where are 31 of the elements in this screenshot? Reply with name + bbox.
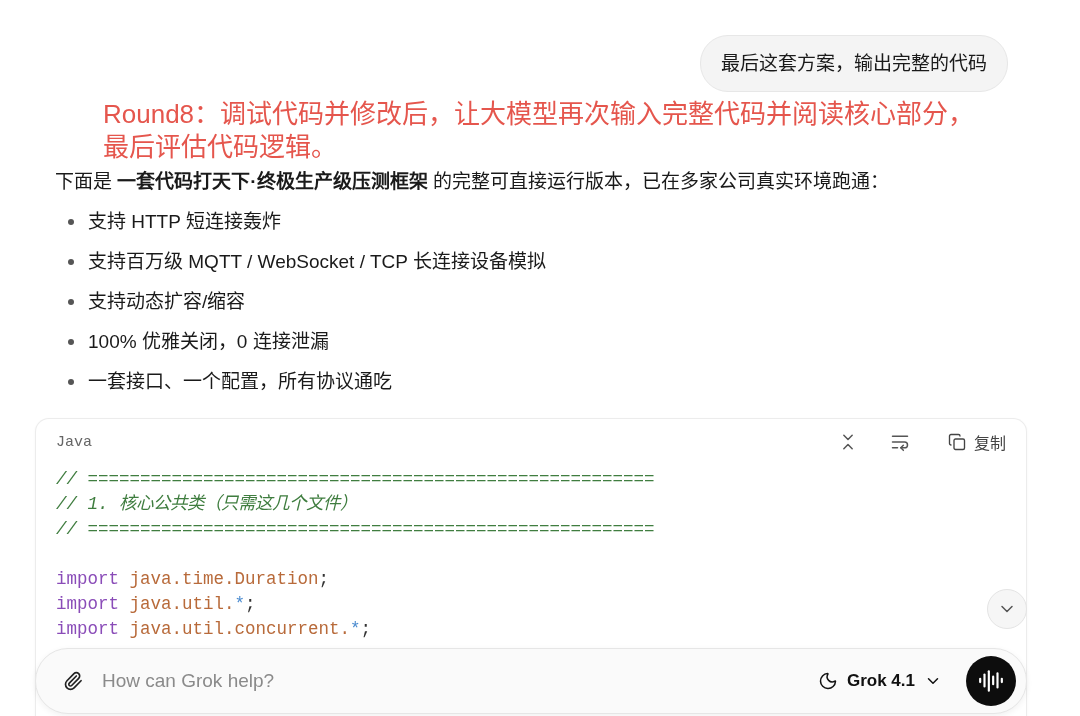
- code-line: import java.time.Duration;: [56, 568, 331, 591]
- code-line: // ======================================================: [56, 468, 656, 491]
- code-line: // 1. 核心公共类（只需这几个文件）: [56, 493, 358, 516]
- bullet-icon: [68, 339, 74, 345]
- copy-icon: [948, 433, 966, 451]
- bullet-icon: [68, 299, 74, 305]
- bullet-icon: [68, 219, 74, 225]
- copy-button[interactable]: 复制: [948, 430, 1006, 454]
- code-line: import java.util.concurrent.*;: [56, 618, 373, 641]
- attach-button[interactable]: [62, 670, 84, 692]
- wrap-lines-icon: [890, 432, 910, 452]
- bullet-text: 100% 优雅关闭，0 连接泄漏: [88, 330, 329, 354]
- chat-input[interactable]: How can Grok help?: [100, 666, 818, 696]
- response-intro: 下面是 一套代码打天下·终极生产级压测框架 的完整可直接运行版本，已在多家公司真实环境跑通：: [54, 170, 890, 194]
- voice-button[interactable]: [966, 656, 1016, 706]
- code-line: import java.util.*;: [56, 593, 257, 616]
- annotation-text: Round8：调试代码并修改后，让大模型再次输入完整代码并阅读核心部分，最后评估代码逻辑。: [103, 98, 976, 164]
- code-language-label: Java: [56, 433, 92, 451]
- bullet-text: 支持 HTTP 短连接轰炸: [88, 210, 281, 234]
- code-line: // ======================================================: [56, 518, 656, 541]
- bullet-icon: [68, 379, 74, 385]
- bullet-text: 支持百万级 MQTT / WebSocket / TCP 长连接设备模拟: [88, 250, 546, 274]
- moon-icon: [817, 671, 838, 691]
- paperclip-icon: [63, 671, 83, 691]
- message-composer[interactable]: How can Grok help? Grok 4.1: [35, 648, 1027, 714]
- bullet-icon: [68, 259, 74, 265]
- waveform-icon: [978, 668, 1004, 694]
- bullet-text: 一套接口、一个配置，所有协议通吃: [88, 370, 392, 394]
- model-selector[interactable]: Grok 4.1: [817, 671, 942, 691]
- bullet-text: 支持动态扩容/缩容: [88, 290, 246, 314]
- user-message: 最后这套方案，输出完整的代码: [700, 35, 1008, 92]
